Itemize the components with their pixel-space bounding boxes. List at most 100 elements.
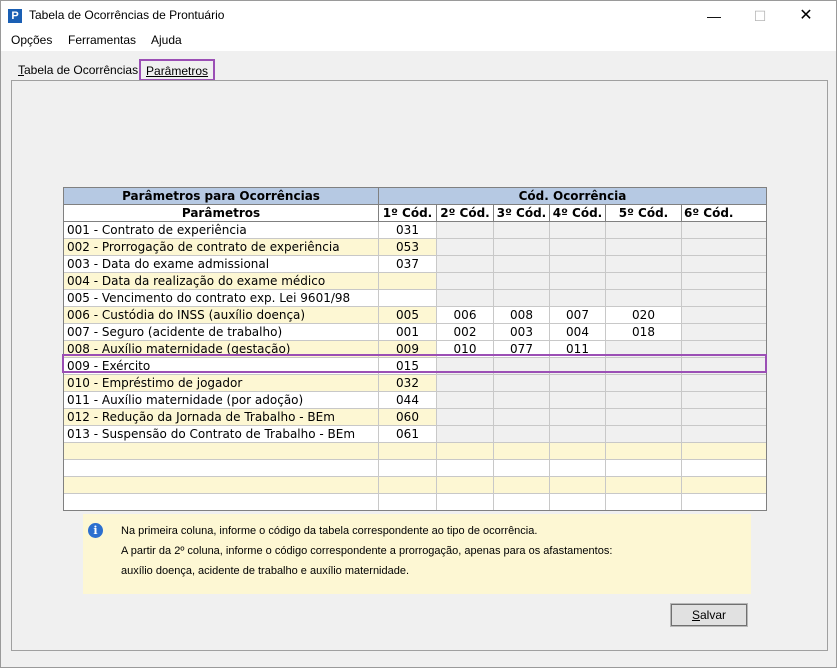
row-code-cell[interactable]	[606, 494, 682, 510]
row-code-cell[interactable]	[379, 477, 437, 493]
row-code-cell[interactable]	[606, 443, 682, 459]
row-description[interactable]: 005 - Vencimento do contrato exp. Lei 96…	[64, 290, 379, 306]
row-code-cell[interactable]	[494, 358, 550, 374]
row-code-cell[interactable]	[379, 273, 437, 289]
row-code-cell[interactable]	[682, 256, 766, 272]
row-code-cell[interactable]	[379, 494, 437, 510]
row-code-cell[interactable]	[550, 392, 606, 408]
row-description[interactable]	[64, 460, 379, 476]
minimize-button[interactable]: —	[691, 1, 737, 31]
row-code-cell[interactable]	[682, 239, 766, 255]
table-row[interactable]: 006 - Custódia do INSS (auxílio doença) 0…	[64, 307, 766, 324]
row-code-cell[interactable]	[682, 222, 766, 238]
row-code-cell[interactable]	[682, 443, 766, 459]
row-code-cell[interactable]	[550, 443, 606, 459]
row-code-cell[interactable]: 002	[437, 324, 494, 340]
row-code-cell[interactable]	[682, 307, 766, 323]
row-description[interactable]: 012 - Redução da Jornada de Trabalho - B…	[64, 409, 379, 425]
row-code-cell[interactable]	[682, 409, 766, 425]
row-code-cell[interactable]: 018	[606, 324, 682, 340]
row-description[interactable]: 002 - Prorrogação de contrato de experiê…	[64, 239, 379, 255]
table-row[interactable]: 010 - Empréstimo de jogador 032	[64, 375, 766, 392]
row-code-cell[interactable]: 053	[379, 239, 437, 255]
row-code-cell[interactable]	[550, 290, 606, 306]
row-code-cell[interactable]: 009	[379, 341, 437, 357]
row-code-cell[interactable]	[550, 477, 606, 493]
row-code-cell[interactable]	[379, 443, 437, 459]
maximize-button[interactable]: ☐	[737, 1, 783, 31]
row-code-cell[interactable]: 031	[379, 222, 437, 238]
table-row[interactable]: 002 - Prorrogação de contrato de experiê…	[64, 239, 766, 256]
row-code-cell[interactable]	[437, 375, 494, 391]
row-code-cell[interactable]	[550, 239, 606, 255]
table-row[interactable]: 004 - Data da realização do exame médico	[64, 273, 766, 290]
row-code-cell[interactable]	[437, 426, 494, 442]
row-code-cell[interactable]	[550, 358, 606, 374]
row-code-cell[interactable]: 061	[379, 426, 437, 442]
row-code-cell[interactable]	[494, 256, 550, 272]
row-description[interactable]: 006 - Custódia do INSS (auxílio doença)	[64, 307, 379, 323]
row-description[interactable]: 011 - Auxílio maternidade (por adoção)	[64, 392, 379, 408]
row-code-cell[interactable]	[606, 239, 682, 255]
row-code-cell[interactable]	[606, 290, 682, 306]
row-code-cell[interactable]: 006	[437, 307, 494, 323]
row-code-cell[interactable]	[494, 443, 550, 459]
table-row[interactable]: 012 - Redução da Jornada de Trabalho - B…	[64, 409, 766, 426]
row-code-cell[interactable]: 037	[379, 256, 437, 272]
row-description[interactable]: 013 - Suspensão do Contrato de Trabalho …	[64, 426, 379, 442]
close-button[interactable]: ✕	[783, 1, 829, 31]
row-code-cell[interactable]	[550, 273, 606, 289]
row-code-cell[interactable]	[682, 358, 766, 374]
row-code-cell[interactable]: 005	[379, 307, 437, 323]
row-code-cell[interactable]	[606, 460, 682, 476]
menu-ferramentas[interactable]: Ferramentas	[68, 33, 136, 47]
row-code-cell[interactable]	[606, 222, 682, 238]
table-row[interactable]: 007 - Seguro (acidente de trabalho) 001 00…	[64, 324, 766, 341]
row-code-cell[interactable]	[606, 273, 682, 289]
row-code-cell[interactable]	[606, 358, 682, 374]
table-row[interactable]: 001 - Contrato de experiência 031	[64, 222, 766, 239]
row-code-cell[interactable]	[437, 460, 494, 476]
row-code-cell[interactable]	[494, 273, 550, 289]
table-row[interactable]: 011 - Auxílio maternidade (por adoção) 04…	[64, 392, 766, 409]
row-code-cell[interactable]	[494, 222, 550, 238]
table-row[interactable]: 013 - Suspensão do Contrato de Trabalho …	[64, 426, 766, 443]
table-row[interactable]: 005 - Vencimento do contrato exp. Lei 96…	[64, 290, 766, 307]
row-code-cell[interactable]	[437, 409, 494, 425]
row-code-cell[interactable]	[494, 477, 550, 493]
row-description[interactable]	[64, 443, 379, 459]
save-button[interactable]: Salvar	[670, 603, 748, 627]
row-code-cell[interactable]	[606, 426, 682, 442]
row-code-cell[interactable]: 020	[606, 307, 682, 323]
row-code-cell[interactable]	[494, 494, 550, 510]
row-code-cell[interactable]	[550, 409, 606, 425]
row-code-cell[interactable]	[379, 290, 437, 306]
row-code-cell[interactable]	[437, 392, 494, 408]
row-code-cell[interactable]	[494, 392, 550, 408]
row-code-cell[interactable]	[494, 239, 550, 255]
row-code-cell[interactable]: 032	[379, 375, 437, 391]
row-code-cell[interactable]: 077	[494, 341, 550, 357]
row-code-cell[interactable]	[606, 375, 682, 391]
row-description[interactable]: 008 - Auxílio maternidade (gestação)	[64, 341, 379, 357]
row-code-cell[interactable]	[437, 358, 494, 374]
row-code-cell[interactable]	[494, 290, 550, 306]
row-description[interactable]: 010 - Empréstimo de jogador	[64, 375, 379, 391]
row-code-cell[interactable]	[550, 460, 606, 476]
row-code-cell[interactable]	[437, 290, 494, 306]
row-code-cell[interactable]	[437, 222, 494, 238]
row-description[interactable]	[64, 494, 379, 510]
row-code-cell[interactable]	[437, 256, 494, 272]
table-row[interactable]: 009 - Exército 015	[64, 358, 766, 375]
row-code-cell[interactable]	[682, 341, 766, 357]
row-code-cell[interactable]	[682, 494, 766, 510]
row-code-cell[interactable]: 007	[550, 307, 606, 323]
menu-opcoes[interactable]: Opções	[11, 33, 52, 47]
row-code-cell[interactable]	[606, 409, 682, 425]
row-code-cell[interactable]	[550, 375, 606, 391]
row-code-cell[interactable]	[606, 477, 682, 493]
row-code-cell[interactable]: 001	[379, 324, 437, 340]
table-row[interactable]: 003 - Data do exame admissional 037	[64, 256, 766, 273]
row-code-cell[interactable]	[682, 477, 766, 493]
row-code-cell[interactable]	[437, 273, 494, 289]
